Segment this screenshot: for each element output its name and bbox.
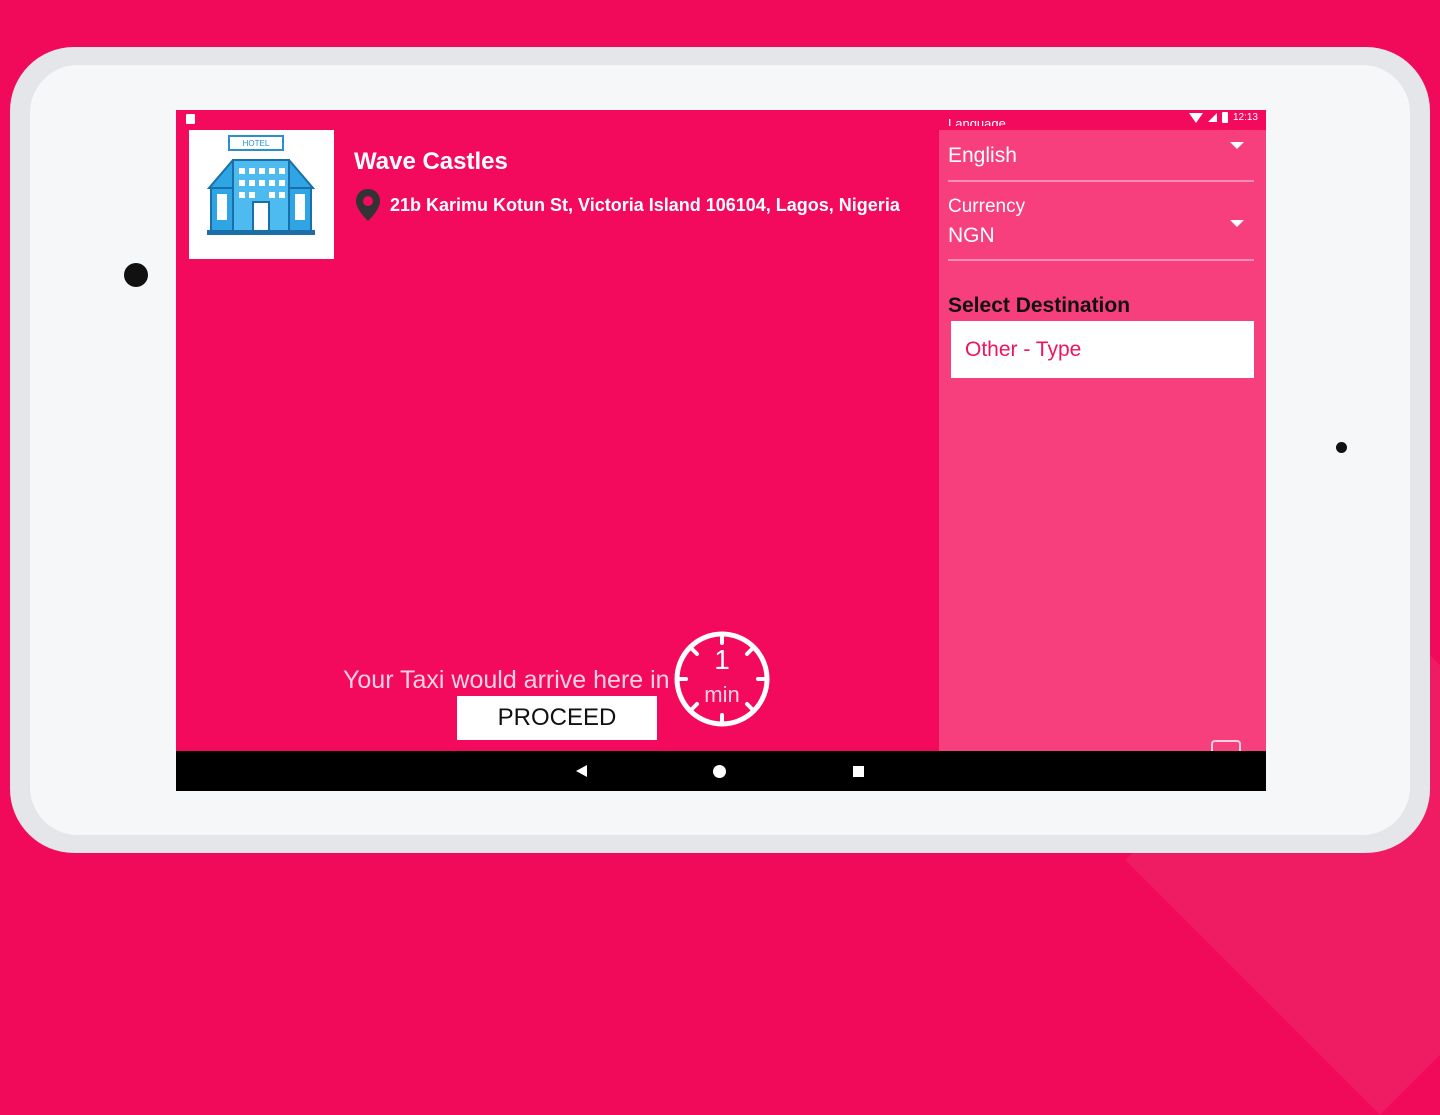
currency-underline: [948, 259, 1254, 261]
language-value: English: [948, 144, 1017, 167]
location-pin-icon: [356, 189, 380, 221]
eta-value: 1: [714, 644, 730, 675]
status-icons: 12:13: [1188, 112, 1258, 123]
back-icon[interactable]: [576, 765, 587, 777]
notification-icon: [186, 114, 195, 124]
hotel-sign-text: HOTEL: [243, 139, 270, 148]
signal-icon: [1207, 113, 1217, 122]
recent-apps-icon[interactable]: [853, 766, 864, 777]
battery-icon: [1221, 112, 1228, 123]
proceed-button[interactable]: PROCEED: [457, 696, 657, 740]
destination-input[interactable]: [951, 321, 1254, 378]
settings-sidebar: Language English Currency NGN Select Des…: [939, 116, 1266, 754]
tablet-sensor: [1336, 442, 1347, 453]
wifi-icon: [1188, 112, 1203, 123]
taxi-arrival-text: Your Taxi would arrive here in: [343, 666, 670, 694]
hotel-address: 21b Karimu Kotun St, Victoria Island 106…: [354, 188, 900, 222]
currency-label: Currency: [948, 196, 1026, 217]
status-bar: 12:13: [176, 110, 1266, 128]
app-screen: 12:13 HOTEL Wave Castles 21b Karimu Kotu…: [176, 110, 1266, 791]
hotel-logo: HOTEL: [189, 130, 334, 259]
destination-label: Select Destination: [948, 294, 1131, 317]
currency-value: NGN: [948, 224, 995, 247]
language-underline: [948, 180, 1254, 182]
address-text: 21b Karimu Kotun St, Victoria Island 106…: [390, 194, 900, 215]
currency-dropdown[interactable]: Currency NGN: [948, 188, 1254, 266]
tablet-camera: [124, 263, 148, 287]
language-dropdown[interactable]: Language English: [948, 116, 1254, 184]
android-nav-bar: [176, 751, 1266, 791]
eta-unit: min: [704, 682, 740, 707]
language-label: Language: [948, 116, 1006, 126]
status-time: 12:13: [1232, 112, 1258, 123]
hotel-name: Wave Castles: [354, 148, 508, 175]
home-icon[interactable]: [713, 765, 726, 778]
hotel-building-icon: HOTEL: [206, 135, 316, 235]
chevron-down-icon: [1230, 220, 1244, 227]
eta-timer: 1 min: [673, 630, 771, 728]
chevron-down-icon: [1230, 142, 1244, 149]
